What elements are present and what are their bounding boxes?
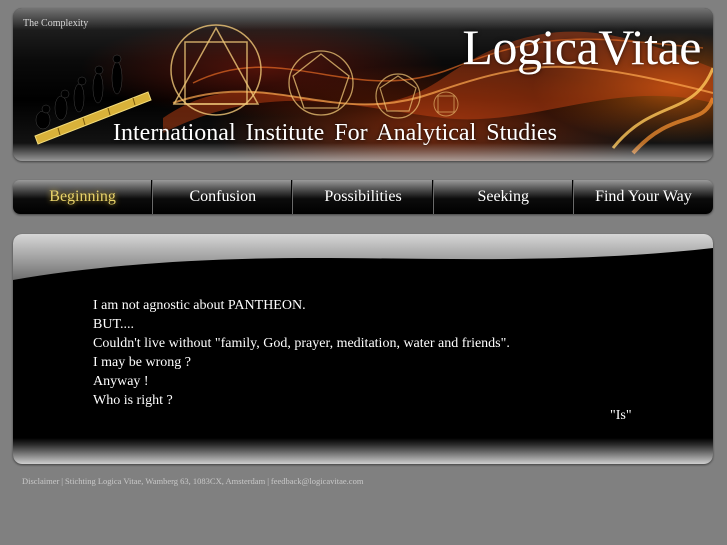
nav-item-find-your-way[interactable]: Find Your Way [574,180,713,214]
footer-separator: | [267,476,269,486]
content-line: I may be wrong ? [93,355,191,370]
content-text: I am not agnostic about PANTHEON. BUT...… [93,296,510,410]
content-line: I am not agnostic about PANTHEON. [93,298,306,313]
panel-gloss-bottom [13,438,713,464]
disclaimer-link[interactable]: Disclaimer [22,476,59,486]
content-line: BUT.... [93,317,134,332]
nav-item-seeking[interactable]: Seeking [434,180,574,214]
banner-tagline: The Complexity [23,18,89,29]
nav-item-beginning[interactable]: Beginning [13,180,154,214]
panel-gloss [13,234,713,280]
site-logo-text[interactable]: LogicaVitae [462,18,701,76]
feedback-email-link[interactable]: feedback@logicavitae.com [271,476,364,486]
content-line: Couldn't live without "family, God, pray… [93,336,510,351]
nav-item-possibilities[interactable]: Possibilities [293,180,434,214]
content-line: Who is right ? [93,393,173,408]
institute-title: International Institute For Analytical S… [113,120,557,146]
content-signature: "Is" [610,408,632,423]
footer-separator: | [61,476,63,486]
nav-item-confusion[interactable]: Confusion [153,180,294,214]
footer: Disclaimer | Stichting Logica Vitae, Wambe… [22,476,363,486]
content-line: Anyway ! [93,374,149,389]
content-panel: I am not agnostic about PANTHEON. BUT...… [13,234,713,464]
footer-address: Stichting Logica Vitae, Wamberg 63, 1083… [65,476,266,486]
header-banner: The Complexity LogicaVitae International… [13,8,713,161]
main-navigation: Beginning Confusion Possibilities Seekin… [13,180,713,214]
